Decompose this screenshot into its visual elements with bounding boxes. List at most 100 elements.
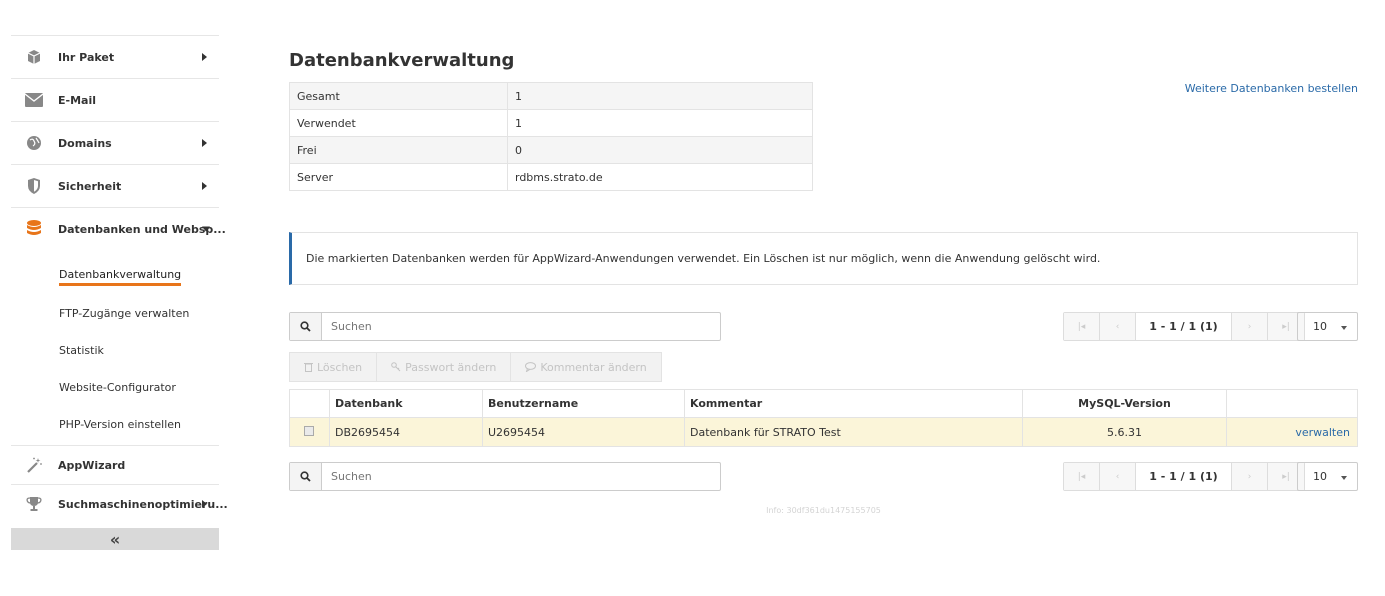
last-page-icon: ▸| bbox=[1282, 471, 1290, 482]
trophy-icon bbox=[25, 495, 43, 513]
manage-link[interactable]: verwalten bbox=[1295, 426, 1350, 439]
chevron-right-icon bbox=[202, 182, 207, 190]
table-row[interactable]: DB2695454 U2695454 Datenbank für STRATO … bbox=[289, 417, 1358, 447]
page-size-select[interactable]: 10 bbox=[1297, 462, 1358, 491]
subnav-item-statistik[interactable]: Statistik bbox=[11, 332, 219, 369]
search-input[interactable] bbox=[322, 463, 720, 490]
sidebar-item-sicherheit[interactable]: Sicherheit bbox=[11, 164, 219, 207]
summary-key: Verwendet bbox=[289, 109, 508, 137]
chevron-right-icon bbox=[202, 139, 207, 147]
summary-key: Frei bbox=[289, 136, 508, 164]
actions-column-header bbox=[1226, 389, 1358, 418]
chevron-down-icon bbox=[1341, 476, 1347, 480]
magic-wand-icon bbox=[25, 456, 43, 474]
sidebar-item-label: Ihr Paket bbox=[58, 50, 115, 64]
search-button[interactable] bbox=[290, 463, 322, 490]
sidebar-item-ihr-paket[interactable]: Ihr Paket bbox=[11, 35, 219, 78]
pagination: |◂ ‹ 1 - 1 / 1 (1) › ▸| bbox=[1063, 462, 1305, 491]
chevron-right-icon bbox=[202, 500, 207, 508]
mysql-version-cell: 5.6.31 bbox=[1022, 417, 1227, 447]
change-password-label: Passwort ändern bbox=[405, 360, 497, 374]
summary-row: Verwendet 1 bbox=[289, 109, 813, 137]
search-icon bbox=[300, 471, 311, 482]
sidebar-item-domains[interactable]: Domains bbox=[11, 121, 219, 164]
row-checkbox[interactable] bbox=[304, 425, 314, 436]
subnav-item-website-configurator[interactable]: Website-Configurator bbox=[11, 369, 219, 406]
subnav-item-label: Statistik bbox=[59, 344, 104, 357]
sidebar-item-email[interactable]: E-Mail bbox=[11, 78, 219, 121]
search-input[interactable] bbox=[322, 313, 720, 340]
info-notice: Die markierten Datenbanken werden für Ap… bbox=[289, 232, 1358, 285]
column-header-mysql-version[interactable]: MySQL-Version bbox=[1022, 389, 1227, 418]
chevron-down-icon bbox=[202, 226, 210, 232]
search-icon bbox=[300, 321, 311, 332]
next-page-button[interactable]: › bbox=[1232, 463, 1268, 490]
select-column-header bbox=[289, 389, 330, 418]
summary-table: Gesamt 1 Verwendet 1 Frei 0 Server rdbms.str… bbox=[289, 82, 813, 191]
sidebar-item-label: Sicherheit bbox=[58, 179, 122, 193]
page-size-select[interactable]: 10 bbox=[1297, 312, 1358, 341]
trash-icon bbox=[304, 363, 313, 372]
next-page-icon: › bbox=[1247, 471, 1252, 482]
sidebar-item-label: Datenbanken und Websp... bbox=[58, 222, 226, 236]
sidebar-item-seo[interactable]: Suchmaschinenoptimieru... bbox=[11, 484, 228, 523]
action-buttons: Löschen Passwort ändern Kommentar ändern bbox=[289, 352, 1358, 382]
key-icon bbox=[391, 362, 401, 372]
sidebar-item-appwizard[interactable]: AppWizard bbox=[11, 445, 219, 484]
table-header-row: Datenbank Benutzername Kommentar MySQL-V… bbox=[289, 389, 1358, 418]
page-info: 1 - 1 / 1 (1) bbox=[1136, 463, 1232, 490]
change-comment-label: Kommentar ändern bbox=[540, 360, 647, 374]
subnav-item-php-version[interactable]: PHP-Version einstellen bbox=[11, 406, 219, 443]
sidebar-item-label: Domains bbox=[58, 136, 112, 150]
row-action-cell: verwalten bbox=[1226, 417, 1358, 447]
search-box bbox=[289, 312, 721, 341]
first-page-button[interactable]: |◂ bbox=[1064, 463, 1100, 490]
change-comment-button[interactable]: Kommentar ändern bbox=[510, 352, 662, 382]
summary-row: Gesamt 1 bbox=[289, 82, 813, 110]
subnav-item-datenbankverwaltung[interactable]: Datenbankverwaltung bbox=[11, 258, 219, 295]
change-password-button[interactable]: Passwort ändern bbox=[376, 352, 512, 382]
package-icon bbox=[25, 48, 43, 66]
column-header-benutzername[interactable]: Benutzername bbox=[482, 389, 685, 418]
prev-page-icon: ‹ bbox=[1115, 471, 1120, 482]
column-header-kommentar[interactable]: Kommentar bbox=[684, 389, 1023, 418]
first-page-button[interactable]: |◂ bbox=[1064, 313, 1100, 340]
prev-page-button[interactable]: ‹ bbox=[1100, 313, 1136, 340]
subnav-item-label: FTP-Zugänge verwalten bbox=[59, 307, 190, 320]
page-size-value: 10 bbox=[1313, 320, 1327, 333]
order-databases-link[interactable]: Weitere Datenbanken bestellen bbox=[1185, 82, 1358, 95]
database-table: Datenbank Benutzername Kommentar MySQL-V… bbox=[289, 389, 1358, 447]
page-size-value: 10 bbox=[1313, 470, 1327, 483]
sidebar-subnav: Datenbankverwaltung FTP-Zugänge verwalte… bbox=[11, 250, 219, 445]
chevron-right-icon bbox=[202, 53, 207, 61]
row-select-cell bbox=[289, 417, 330, 447]
next-page-button[interactable]: › bbox=[1232, 313, 1268, 340]
subnav-item-label: Website-Configurator bbox=[59, 381, 176, 394]
pagination: |◂ ‹ 1 - 1 / 1 (1) › ▸| bbox=[1063, 312, 1305, 341]
delete-button[interactable]: Löschen bbox=[289, 352, 378, 382]
comment-cell: Datenbank für STRATO Test bbox=[684, 417, 1023, 447]
next-page-icon: › bbox=[1247, 321, 1252, 332]
page-info: 1 - 1 / 1 (1) bbox=[1136, 313, 1232, 340]
shield-icon bbox=[25, 177, 43, 195]
column-header-datenbank[interactable]: Datenbank bbox=[329, 389, 483, 418]
summary-key: Server bbox=[289, 163, 508, 191]
first-page-icon: |◂ bbox=[1077, 321, 1086, 332]
db-name-cell: DB2695454 bbox=[329, 417, 483, 447]
chevron-down-icon bbox=[1341, 326, 1347, 330]
sidebar-item-datenbanken[interactable]: Datenbanken und Websp... bbox=[11, 207, 226, 250]
prev-page-button[interactable]: ‹ bbox=[1100, 463, 1136, 490]
username-cell: U2695454 bbox=[482, 417, 685, 447]
subnav-item-ftp[interactable]: FTP-Zugänge verwalten bbox=[11, 295, 219, 332]
bottom-toolbar: |◂ ‹ 1 - 1 / 1 (1) › ▸| 10 bbox=[289, 462, 1358, 492]
last-page-icon: ▸| bbox=[1282, 321, 1290, 332]
delete-label: Löschen bbox=[317, 360, 363, 374]
summary-key: Gesamt bbox=[289, 82, 508, 110]
search-button[interactable] bbox=[290, 313, 322, 340]
sidebar-collapse-button[interactable]: « bbox=[11, 528, 219, 550]
search-box bbox=[289, 462, 721, 491]
sidebar-item-label: E-Mail bbox=[58, 93, 96, 107]
footer-info: Info: 30df361du1475155705 bbox=[766, 506, 881, 515]
main-content: Datenbankverwaltung Weitere Datenbanken … bbox=[289, 50, 1358, 515]
subnav-item-label: PHP-Version einstellen bbox=[59, 418, 182, 431]
